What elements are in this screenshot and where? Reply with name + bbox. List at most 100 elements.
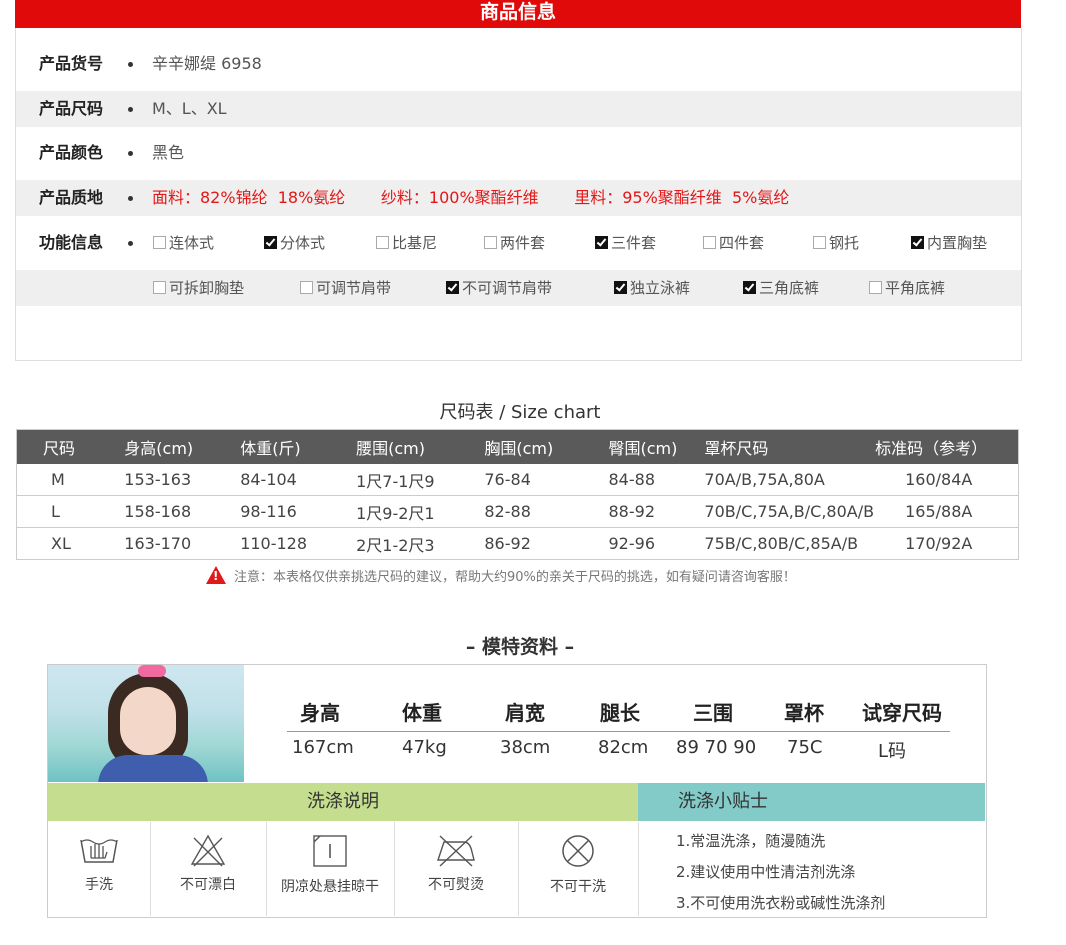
tip-item: 1.常温洗涤，随漫随洗	[676, 832, 826, 850]
size-chart-cell: 88-92	[598, 495, 695, 528]
wash-label: 不可熨烫	[428, 877, 484, 893]
model-attr-label: 试穿尺码	[862, 701, 942, 725]
model-section-title: – 模特资料 –	[465, 636, 575, 658]
size-chart-header-row: 尺码 身高(cm) 体重(斤) 腰围(cm) 胸围(cm) 臀围(cm) 罩杯尺码 标准码（参…	[16, 429, 1019, 464]
size-chart-cell: 98-116	[230, 495, 347, 528]
size-chart-header-cell: 标准码（参考）	[875, 429, 1019, 464]
feature-label: 平角底裤	[885, 279, 946, 297]
feature-option: 连体式	[153, 225, 214, 261]
size-chart-header-cell: 尺码	[16, 429, 115, 464]
info-value: 面料：82%锦纶 18%氨纶 纱料：100%聚酯纤维 里料：95%聚酯纤维 5%…	[152, 188, 790, 207]
size-chart-cell: XL	[16, 527, 115, 560]
wash-tips-title: 洗涤小贴士	[678, 791, 768, 812]
wash-item: 阴凉处悬挂晾干	[266, 822, 395, 916]
feature-label: 比基尼	[392, 234, 438, 252]
size-chart-cell: 163-170	[114, 527, 231, 560]
size-chart-header-cell: 臀围(cm)	[598, 429, 695, 464]
model-attr-value: 47kg	[402, 737, 447, 758]
model-attr-value: 38cm	[500, 737, 551, 758]
unchecked-box-icon	[484, 236, 497, 249]
unchecked-box-icon	[813, 236, 826, 249]
wash-item: 不可漂白	[150, 822, 267, 916]
feature-option: 可拆卸胸垫	[153, 270, 244, 306]
model-attr-value: 75C	[787, 737, 823, 758]
bullet	[128, 62, 133, 67]
feature-label: 可拆卸胸垫	[169, 279, 245, 297]
size-chart-row: L 158-168 98-116 1尺9-2尺1 82-88 88-92 70B/C,75A…	[16, 495, 1019, 528]
size-chart-cell: 2尺1-2尺3	[346, 527, 475, 560]
no-dry-clean-icon	[562, 835, 594, 867]
feature-option: 四件套	[703, 225, 764, 261]
product-info-panel: 产品货号 辛辛娜缇 6958 产品尺码 M、L、XL 产品颜色 黑色 产品质地 …	[15, 28, 1022, 361]
info-value: M、L、XL	[152, 99, 227, 118]
checked-box-icon	[264, 236, 277, 249]
note-text: 注意：本表格仅供亲挑选尺码的建议，帮助大约90%的亲关于尺码的挑选，如有疑问请咨…	[234, 570, 796, 585]
feature-label: 不可调节肩带	[462, 279, 553, 297]
model-attr-value: 82cm	[598, 737, 649, 758]
feature-option: 不可调节肩带	[446, 270, 552, 306]
info-value: 辛辛娜缇 6958	[152, 54, 262, 73]
model-photo	[48, 665, 244, 782]
no-bleach-icon	[190, 834, 226, 867]
feature-label: 内置胸垫	[927, 234, 988, 252]
feature-label: 钢托	[829, 234, 860, 252]
wash-instructions-header: 洗涤说明	[48, 783, 638, 821]
checked-box-icon	[446, 281, 459, 294]
model-attr-value: 89 70 90	[676, 737, 757, 758]
feature-label: 两件套	[500, 234, 546, 252]
feature-label: 四件套	[719, 234, 765, 252]
size-chart-cell: 84-88	[598, 464, 695, 496]
feature-label: 分体式	[280, 234, 326, 252]
no-iron-icon	[437, 835, 475, 867]
checked-box-icon	[614, 281, 627, 294]
warning-icon	[206, 566, 226, 584]
feature-option: 钢托	[813, 225, 859, 261]
size-chart-header-cell: 体重(斤)	[230, 429, 347, 464]
feature-label: 三件套	[611, 234, 657, 252]
size-chart-cell: 1尺7-1尺9	[346, 464, 475, 496]
tip-item: 2.建议使用中性清洁剂洗涤	[676, 863, 856, 881]
size-chart-title: 尺码表 / Size chart	[439, 402, 601, 423]
wash-item: 不可干洗	[518, 822, 639, 916]
wash-label: 手洗	[85, 877, 113, 893]
size-chart-cell: 82-88	[474, 495, 599, 528]
size-chart-row: M 153-163 84-104 1尺7-1尺9 76-84 84-88 70A/B,75A…	[16, 464, 1019, 496]
feature-option: 三件套	[595, 225, 656, 261]
hand-wash-icon	[80, 839, 118, 863]
size-chart-cell: 70A/B,75A,80A	[694, 464, 876, 496]
size-chart-cell: 92-96	[598, 527, 695, 560]
feature-label: 三角底裤	[759, 279, 820, 297]
size-chart-cell: 165/88A	[875, 495, 1019, 528]
size-chart-cell: M	[16, 464, 115, 496]
size-chart-header-cell: 罩杯尺码	[694, 429, 876, 464]
tip-item: 3.不可使用洗衣粉或碱性洗涤剂	[676, 894, 886, 912]
size-chart-cell: 160/84A	[875, 464, 1019, 496]
info-label: 产品货号	[39, 54, 104, 73]
unchecked-box-icon	[153, 281, 166, 294]
size-chart-cell: 1尺9-2尺1	[346, 495, 475, 528]
size-note: 注意：本表格仅供亲挑选尺码的建议，帮助大约90%的亲关于尺码的挑选，如有疑问请咨…	[206, 566, 796, 585]
size-chart-header-cell: 腰围(cm)	[346, 429, 475, 464]
feature-option: 比基尼	[376, 225, 437, 261]
wash-label: 不可干洗	[550, 879, 606, 895]
model-attr-label: 身高	[300, 701, 340, 725]
feature-option: 分体式	[264, 225, 325, 261]
info-row-features-2: 可拆卸胸垫 可调节肩带 不可调节肩带 独立泳裤 三角底裤 平角底裤	[16, 270, 1021, 306]
info-row-material: 产品质地 面料：82%锦纶 18%氨纶 纱料：100%聚酯纤维 里料：95%聚酯…	[16, 180, 1021, 216]
unchecked-box-icon	[703, 236, 716, 249]
size-chart-header-cell: 胸围(cm)	[474, 429, 599, 464]
size-chart-cell: 70B/C,75A,B/C,80A/B	[694, 495, 876, 528]
size-chart-cell: 86-92	[474, 527, 599, 560]
bullet	[128, 196, 133, 201]
bullet	[128, 151, 133, 156]
checked-box-icon	[911, 236, 924, 249]
wash-label: 阴凉处悬挂晾干	[281, 879, 379, 895]
info-label: 产品质地	[39, 188, 104, 207]
size-chart-cell: 84-104	[230, 464, 347, 496]
model-attr-label: 罩杯	[784, 701, 824, 725]
wash-tips-header: 洗涤小贴士	[638, 783, 985, 821]
size-chart-cell: 170/92A	[875, 527, 1019, 560]
info-row-color: 产品颜色 黑色	[16, 135, 1021, 171]
size-chart-cell: 110-128	[230, 527, 347, 560]
model-attr-value: 167cm	[292, 737, 354, 758]
